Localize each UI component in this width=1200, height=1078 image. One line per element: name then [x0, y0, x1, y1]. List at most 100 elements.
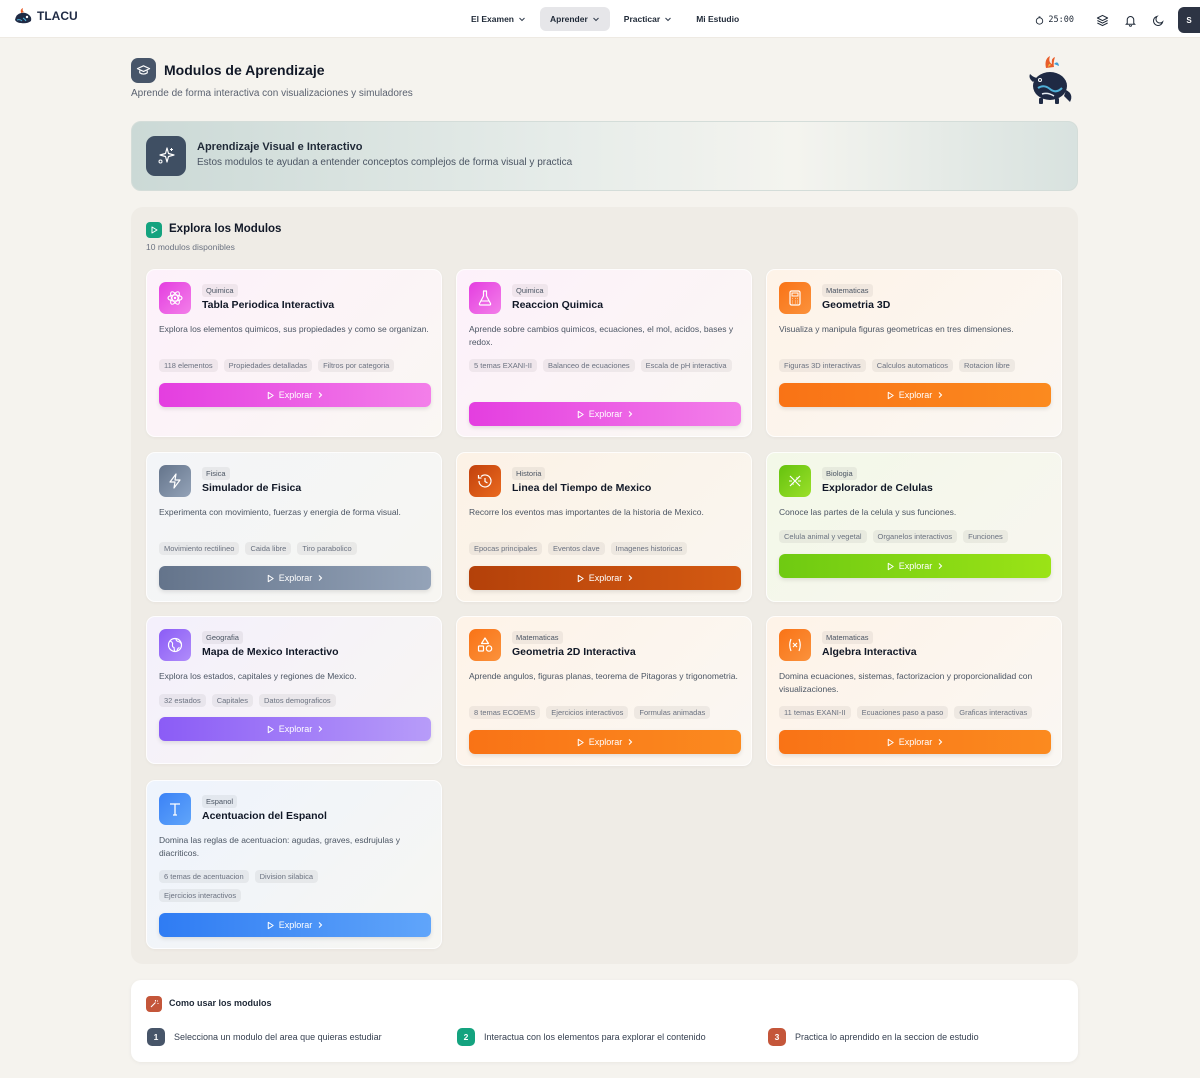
- layers-button[interactable]: [1088, 8, 1116, 32]
- pomodoro-timer[interactable]: 25:00: [1035, 15, 1074, 25]
- module-tags: Epocas principales Eventos clave Imagene…: [469, 542, 751, 555]
- section-title: Explora los Modulos: [169, 223, 282, 235]
- nav-item-practicar[interactable]: Practicar: [614, 7, 682, 31]
- explore-button[interactable]: Explorar: [159, 566, 431, 590]
- brand-logo[interactable]: TLACU: [12, 6, 78, 26]
- category-icon-badge: [779, 465, 811, 497]
- modules-count: 10 modulos disponibles: [146, 242, 235, 252]
- layers-icon: [1096, 14, 1108, 26]
- chevron-right-icon: [318, 726, 323, 732]
- module-description: Recorre los eventos mas importantes de l…: [469, 507, 704, 517]
- info-banner: Aprendizaje Visual e Interactivo Estos m…: [131, 121, 1078, 191]
- module-tag: 5 temas EXANI-II: [469, 359, 537, 372]
- explore-label: Explorar: [588, 737, 623, 747]
- user-avatar[interactable]: S: [1178, 7, 1200, 33]
- module-tags: 118 elementos Propiedades detalladas Fil…: [159, 359, 441, 372]
- explore-button[interactable]: Explorar: [159, 717, 431, 741]
- banner-subtitle: Estos modulos te ayudan a entender conce…: [197, 157, 573, 168]
- module-category: Fisica: [202, 467, 230, 480]
- nav-actions: 25:00 S: [1035, 7, 1200, 33]
- module-card-acentuacion[interactable]: Espanol Acentuacion del Espanol Domina l…: [146, 780, 442, 949]
- module-category: Matematicas: [822, 631, 873, 644]
- module-title: Geometria 3D: [822, 299, 891, 311]
- play-icon: [267, 921, 274, 929]
- module-card-tabla-periodica[interactable]: Quimica Tabla Periodica Interactiva Expl…: [146, 269, 442, 437]
- module-tag: Figuras 3D interactivas: [779, 359, 866, 372]
- how-to-use-panel: Como usar los modulos 1 Selecciona un mo…: [131, 980, 1078, 1062]
- explore-button[interactable]: Explorar: [159, 383, 431, 407]
- category-icon-badge: [469, 465, 501, 497]
- module-tag: 118 elementos: [159, 359, 218, 372]
- step-text: Practica lo aprendido en la seccion de e…: [795, 1032, 979, 1042]
- chevron-right-icon: [318, 392, 323, 398]
- atom-icon: [167, 291, 183, 305]
- module-card-geometria-3d[interactable]: Matematicas Geometria 3D Visualiza y man…: [766, 269, 1062, 437]
- module-tag: Escala de pH interactiva: [640, 359, 732, 372]
- category-icon-badge: [779, 629, 811, 661]
- history-icon: [477, 474, 492, 488]
- explore-label: Explorar: [278, 390, 313, 400]
- module-card-explorador-celulas[interactable]: Biologia Explorador de Celulas Conoce la…: [766, 452, 1062, 602]
- module-description: Explora los estados, capitales y regione…: [159, 671, 357, 681]
- play-icon: [887, 391, 894, 399]
- lightning-icon: [169, 473, 181, 489]
- play-icon: [887, 562, 894, 570]
- category-icon-badge: [159, 793, 191, 825]
- module-tag: Rotacion libre: [959, 359, 1015, 372]
- play-icon: [151, 226, 158, 234]
- tlacuache-mascot-icon: [1029, 56, 1072, 104]
- explore-label: Explorar: [278, 724, 313, 734]
- explore-label: Explorar: [278, 920, 313, 930]
- module-tag: Imagenes historicas: [610, 542, 688, 555]
- module-card-geometria-2d[interactable]: Matematicas Geometria 2D Interactiva Apr…: [456, 616, 752, 766]
- module-card-simulador-fisica[interactable]: Fisica Simulador de Fisica Experimenta c…: [146, 452, 442, 602]
- flask-icon: [478, 290, 492, 306]
- module-card-mapa-mexico[interactable]: Geografia Mapa de Mexico Interactivo Exp…: [146, 616, 442, 764]
- module-card-reaccion-quimica[interactable]: Quimica Reaccion Quimica Aprende sobre c…: [456, 269, 752, 437]
- module-title: Algebra Interactiva: [822, 646, 917, 658]
- explore-label: Explorar: [278, 573, 313, 583]
- play-icon: [887, 738, 894, 746]
- how-step: 1 Selecciona un modulo del area que quie…: [147, 1028, 382, 1046]
- play-icon: [577, 574, 584, 582]
- module-card-algebra[interactable]: Matematicas Algebra Interactiva Domina e…: [766, 616, 1062, 766]
- module-card-linea-tiempo[interactable]: Historia Linea del Tiempo de Mexico Reco…: [456, 452, 752, 602]
- nav-item-mi-estudio[interactable]: Mi Estudio: [686, 7, 749, 31]
- module-category: Matematicas: [512, 631, 563, 644]
- explore-button[interactable]: Explorar: [469, 730, 741, 754]
- category-icon-badge: [159, 629, 191, 661]
- explore-button[interactable]: Explorar: [779, 554, 1051, 578]
- explore-button[interactable]: Explorar: [469, 402, 741, 426]
- explore-button[interactable]: Explorar: [159, 913, 431, 937]
- module-tag: Balanceo de ecuaciones: [542, 359, 635, 372]
- play-icon: [267, 725, 274, 733]
- step-text: Interactua con los elementos para explor…: [484, 1032, 706, 1042]
- explore-label: Explorar: [588, 409, 623, 419]
- nav-item-el-examen[interactable]: El Examen: [461, 7, 536, 31]
- module-tags: 11 temas EXANI-II Ecuaciones paso a paso…: [779, 706, 1061, 719]
- notifications-button[interactable]: [1116, 8, 1144, 32]
- dna-icon: [789, 475, 801, 487]
- nav-item-aprender[interactable]: Aprender: [540, 7, 610, 31]
- explore-button[interactable]: Explorar: [469, 566, 741, 590]
- module-tag: Celula animal y vegetal: [779, 530, 867, 543]
- module-tag: Ejercicios interactivos: [159, 889, 242, 902]
- chevron-right-icon: [938, 563, 943, 569]
- module-description: Domina las reglas de acentuacion: agudas…: [159, 835, 400, 858]
- module-tag: 11 temas EXANI-II: [779, 706, 851, 719]
- module-description: Explora los elementos quimicos, sus prop…: [159, 324, 429, 334]
- module-category: Biologia: [822, 467, 857, 480]
- nav-item-label: El Examen: [471, 14, 514, 24]
- module-tag: Calculos automaticos: [871, 359, 953, 372]
- theme-toggle-button[interactable]: [1144, 8, 1172, 32]
- sparkle-badge: [146, 996, 162, 1012]
- module-tags: 32 estados Capitales Datos demograficos: [159, 694, 441, 707]
- explore-label: Explorar: [898, 390, 933, 400]
- explore-button[interactable]: Explorar: [779, 383, 1051, 407]
- how-title: Como usar los modulos: [169, 998, 272, 1008]
- explore-button[interactable]: Explorar: [779, 730, 1051, 754]
- play-icon: [577, 738, 584, 746]
- module-tag: Capitales: [211, 694, 253, 707]
- tlacuache-logo-icon: [15, 8, 32, 24]
- nav-item-label: Practicar: [623, 14, 661, 24]
